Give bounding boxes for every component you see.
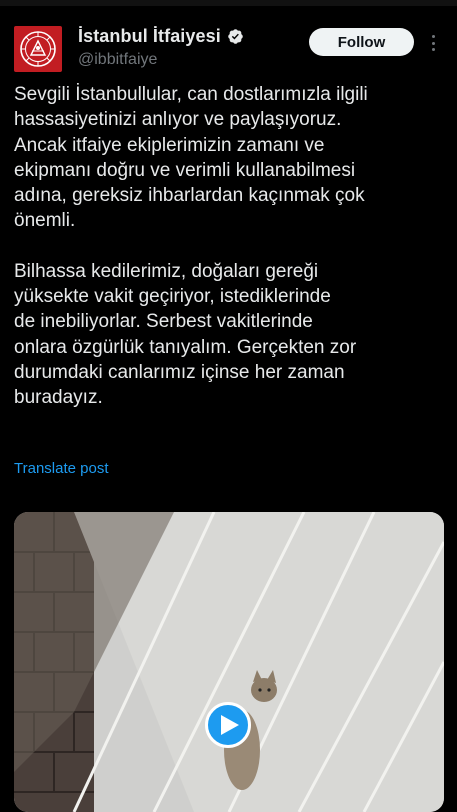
translate-post-link[interactable]: Translate post [14, 460, 109, 477]
post-header: İstanbul İtfaiyesi @ibbitfaiye Follow [0, 18, 457, 78]
display-name-row: İstanbul İtfaiyesi [78, 26, 244, 47]
play-icon [221, 715, 239, 735]
fire-department-emblem-icon [20, 31, 56, 67]
more-dot [431, 41, 435, 45]
account-info: İstanbul İtfaiyesi @ibbitfaiye [78, 26, 244, 69]
play-button[interactable] [205, 702, 251, 748]
verified-badge-icon [228, 29, 243, 44]
video-thumbnail [14, 512, 444, 812]
post-paragraph: Bilhassa kedilerimiz, doğaları gereği yü… [14, 260, 357, 409]
more-options-icon[interactable] [426, 32, 440, 54]
display-name[interactable]: İstanbul İtfaiyesi [78, 26, 221, 47]
follow-button[interactable]: Follow [309, 28, 414, 56]
more-dot [431, 35, 435, 38]
post-body: Sevgili İstanbullular, can dostlarımızla… [14, 82, 446, 411]
top-divider [0, 0, 457, 6]
more-dot [431, 48, 435, 51]
post-paragraph: Sevgili İstanbullular, can dostlarımızla… [14, 84, 368, 232]
avatar[interactable] [14, 26, 62, 72]
video-media[interactable] [14, 512, 444, 812]
handle[interactable]: @ibbitfaiye [78, 51, 244, 69]
